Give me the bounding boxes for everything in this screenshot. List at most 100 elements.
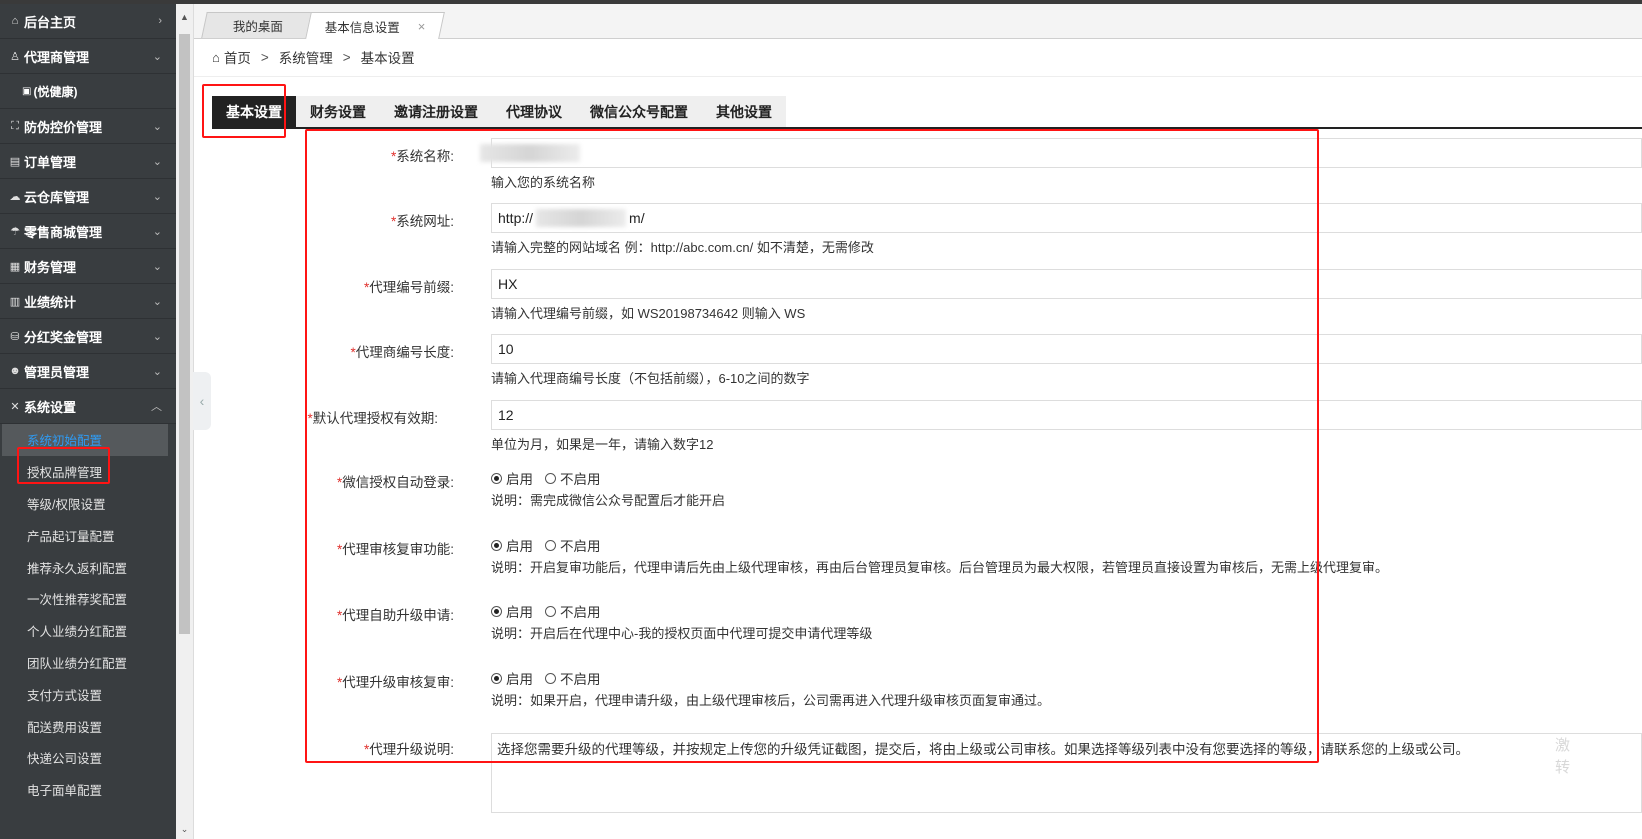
sidebar-item-label: 防伪控价管理 — [24, 119, 103, 135]
breadcrumb-system[interactable]: 系统管理 — [279, 47, 333, 67]
scroll-down-arrow-icon[interactable]: ⌄ — [178, 824, 191, 835]
submenu-item-brand-auth[interactable]: 授权品牌管理 — [0, 456, 176, 488]
tab-other-settings[interactable]: 其他设置 — [702, 96, 786, 128]
submenu-item-team-bonus[interactable]: 团队业绩分红配置 — [0, 647, 176, 679]
sidebar-scrollbar[interactable]: ▲ ⌄ — [176, 4, 194, 839]
sidebar-item-label: 分红奖金管理 — [24, 329, 103, 345]
field-label: *代理升级审核复审: — [336, 675, 454, 690]
sidebar-item-home[interactable]: ⌂ 后台主页 › — [0, 4, 176, 39]
radio-empty-icon — [545, 472, 556, 484]
upgrade-desc-textarea[interactable]: 选择您需要升级的代理等级，并按规定上传您的升级凭证截图，提交后，将由上级或公司审… — [491, 733, 1642, 813]
submenu-item-shipping-fee[interactable]: 配送费用设置 — [0, 710, 176, 742]
field-label: *代理审核复审功能: — [336, 542, 454, 557]
radio-disable[interactable]: 不启用 — [545, 668, 601, 688]
breadcrumb-home[interactable]: 首页 — [224, 47, 251, 67]
scrollbar-thumb[interactable] — [179, 34, 190, 634]
chevron-down-icon: ⌄ — [152, 295, 162, 308]
chevron-down-icon: ⌄ — [152, 260, 162, 273]
settings-tabs: 基本设置 财务设置 邀请注册设置 代理协议 微信公众号配置 其他设置 — [212, 96, 786, 128]
field-label: *微信授权自动登录: — [336, 475, 454, 490]
breadcrumb: ⌂ 首页 > 系统管理 > 基本设置 — [212, 47, 415, 67]
sidebar-item-brand[interactable]: ▣ (悦健康) — [0, 74, 176, 109]
submenu-item-min-order[interactable]: 产品起订量配置 — [0, 519, 176, 551]
sidebar-item-retail-mall[interactable]: ☂ 零售商城管理 ⌄ — [0, 214, 176, 249]
system-settings-submenu: 系统初始配置 授权品牌管理 等级/权限设置 产品起订量配置 推荐永久返利配置 一… — [0, 424, 176, 806]
sidebar-item-label: 业绩统计 — [24, 294, 77, 310]
sidebar: ⌂ 后台主页 › ♙ 代理商管理 ⌄ ▣ (悦健康) ⛶ 防伪控价管理 ⌄ ▤ 订单管理 ⌄ … — [0, 4, 176, 839]
agent-length-input[interactable] — [491, 334, 1642, 364]
field-label: *代理升级说明: — [363, 742, 454, 757]
radio-disable[interactable]: 不启用 — [545, 601, 601, 621]
radio-disable[interactable]: 不启用 — [545, 535, 601, 555]
radio-selected-icon — [491, 539, 502, 551]
tab-basic-settings[interactable]: 基本设置 — [212, 96, 296, 128]
radio-disable[interactable]: 不启用 — [545, 468, 601, 488]
cloud-icon: ☁ — [9, 190, 21, 203]
field-hint: 请输入代理商编号长度（不包括前缀），6-10之间的数字 — [491, 371, 810, 386]
finance-icon: ▦ — [9, 260, 21, 273]
upgrade-review-radio-group: 启用 不启用 — [491, 668, 601, 688]
field-hint: 请输入代理编号前缀，如 WS20198734642 则输入 WS — [491, 306, 806, 321]
tab-finance-settings[interactable]: 财务设置 — [296, 96, 380, 128]
submenu-item-referral-reward[interactable]: 一次性推荐奖配置 — [0, 583, 176, 615]
field-label: *系统名称: — [390, 149, 454, 164]
system-name-input[interactable] — [491, 138, 1642, 168]
sidebar-item-label: (悦健康) — [33, 84, 78, 99]
self-upgrade-radio-group: 启用 不启用 — [491, 601, 601, 621]
redacted-text — [536, 209, 626, 227]
tab-basic-info-settings[interactable]: 基本信息设置 × — [305, 12, 445, 39]
sidebar-item-bonus[interactable]: ⛁ 分红奖金管理 ⌄ — [0, 319, 176, 354]
sidebar-item-label: 订单管理 — [24, 154, 77, 170]
tab-agent-agreement[interactable]: 代理协议 — [492, 96, 576, 128]
agent-prefix-input[interactable] — [491, 269, 1642, 299]
submenu-item-courier[interactable]: 快递公司设置 — [0, 742, 176, 774]
submenu-item-waybill[interactable]: 电子面单配置 — [0, 774, 176, 806]
submenu-item-personal-bonus[interactable]: 个人业绩分红配置 — [0, 615, 176, 647]
breadcrumb-current: 基本设置 — [360, 51, 415, 66]
sidebar-item-label: 后台主页 — [24, 14, 77, 30]
radio-enable[interactable]: 启用 — [491, 668, 533, 688]
document-icon: ▤ — [9, 155, 21, 168]
tab-label: 我的桌面 — [232, 20, 283, 34]
sidebar-item-label: 系统设置 — [24, 399, 77, 415]
field-hint: 说明：需完成微信公众号配置后才能开启 — [491, 493, 726, 508]
close-icon[interactable]: × — [418, 19, 426, 34]
tools-icon: ✕ — [10, 400, 20, 413]
system-url-input[interactable]: http:// m/ — [491, 203, 1642, 233]
sidebar-item-admins[interactable]: ☻ 管理员管理 ⌄ — [0, 354, 176, 389]
submenu-item-rebate[interactable]: 推荐永久返利配置 — [0, 551, 176, 583]
submenu-item-levels[interactable]: 等级/权限设置 — [0, 488, 176, 520]
sidebar-item-statistics[interactable]: ▥ 业绩统计 ⌄ — [0, 284, 176, 319]
sidebar-item-cloud-warehouse[interactable]: ☁ 云仓库管理 ⌄ — [0, 179, 176, 214]
radio-enable[interactable]: 启用 — [491, 601, 533, 621]
scroll-up-arrow-icon[interactable]: ▲ — [178, 12, 191, 22]
sidebar-collapse-handle[interactable]: ‹ — [193, 372, 211, 430]
tab-wechat-config[interactable]: 微信公众号配置 — [576, 96, 702, 128]
tab-invite-register[interactable]: 邀请注册设置 — [380, 96, 492, 128]
database-icon: ⛁ — [10, 330, 20, 343]
sidebar-item-agents[interactable]: ♙ 代理商管理 ⌄ — [0, 39, 176, 74]
tab-my-desktop[interactable]: 我的桌面 — [201, 12, 315, 38]
chevron-down-icon: ⌄ — [152, 225, 162, 238]
umbrella-icon: ☂ — [10, 225, 20, 238]
submenu-item-system-init[interactable]: 系统初始配置 — [2, 424, 168, 456]
sidebar-item-anti-fake[interactable]: ⛶ 防伪控价管理 ⌄ — [0, 109, 176, 144]
field-hint: 说明：开启后在代理中心-我的授权页面中代理可提交申请代理等级 — [491, 626, 873, 641]
chevron-down-icon: ⌄ — [152, 330, 162, 343]
radio-enable[interactable]: 启用 — [491, 468, 533, 488]
tabs-underline — [212, 127, 1642, 129]
field-hint: 说明：如果开启，代理申请升级，由上级代理审核后，公司需再进入代理升级审核页面复审… — [491, 693, 1051, 708]
auth-period-input[interactable] — [491, 400, 1642, 430]
sidebar-item-label: 财务管理 — [24, 259, 77, 275]
chevron-right-icon: › — [158, 15, 162, 27]
radio-selected-icon — [491, 472, 502, 484]
field-label: *代理编号前缀: — [363, 280, 454, 295]
chevron-up-icon: ︿ — [151, 401, 162, 413]
field-hint: 单位为月，如果是一年，请输入数字12 — [491, 437, 714, 452]
sidebar-item-system-settings[interactable]: ✕ 系统设置 ︿ — [0, 389, 176, 424]
field-hint: 说明：开启复审功能后，代理申请后先由上级代理审核，再由后台管理员复审核。后台管理… — [491, 560, 1389, 575]
radio-enable[interactable]: 启用 — [491, 535, 533, 555]
sidebar-item-finance[interactable]: ▦ 财务管理 ⌄ — [0, 249, 176, 284]
submenu-item-payment[interactable]: 支付方式设置 — [0, 678, 176, 710]
sidebar-item-orders[interactable]: ▤ 订单管理 ⌄ — [0, 144, 176, 179]
